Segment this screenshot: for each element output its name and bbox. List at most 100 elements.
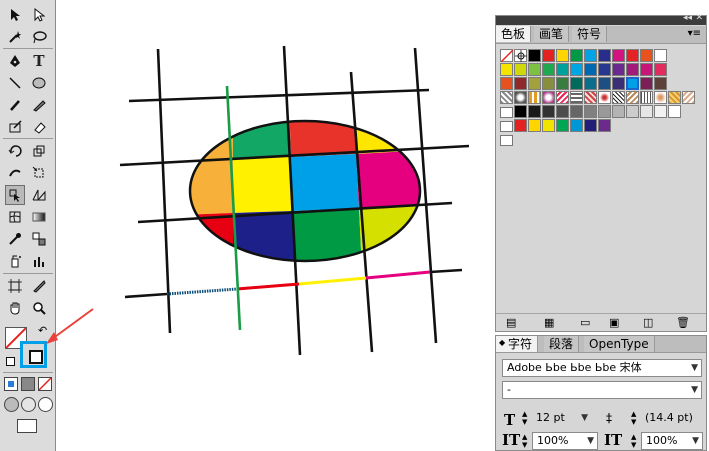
color-swatch[interactable] bbox=[500, 63, 513, 76]
new-swatch-icon[interactable]: ◫ bbox=[643, 316, 653, 329]
color-swatch[interactable] bbox=[570, 119, 583, 132]
swatch-folder-icon[interactable] bbox=[500, 107, 513, 118]
swatch-folder-icon[interactable] bbox=[500, 121, 513, 132]
screen-mode-icon[interactable] bbox=[17, 419, 37, 433]
swatch-pattern[interactable] bbox=[542, 91, 555, 104]
leading-input[interactable]: (14.4 pt) bbox=[641, 410, 703, 428]
color-swatch[interactable] bbox=[542, 49, 555, 62]
swatch-pattern[interactable] bbox=[668, 91, 681, 104]
draw-behind-icon[interactable] bbox=[21, 397, 36, 412]
gradient-mode-icon[interactable] bbox=[21, 377, 35, 391]
horizontal-scale-input[interactable]: 100% ▼ bbox=[641, 432, 703, 450]
color-swatch[interactable] bbox=[514, 119, 527, 132]
color-swatch[interactable] bbox=[514, 63, 527, 76]
color-swatch[interactable] bbox=[570, 77, 583, 90]
grid-line-v1[interactable] bbox=[156, 48, 172, 334]
color-swatch[interactable] bbox=[654, 105, 667, 118]
color-swatch[interactable] bbox=[584, 105, 597, 118]
font-size-input[interactable]: 12 pt ▼ bbox=[532, 410, 594, 428]
swatch-none[interactable] bbox=[500, 49, 514, 63]
font-style-select[interactable]: - ▼ bbox=[502, 381, 702, 399]
color-swatch[interactable] bbox=[528, 49, 541, 62]
color-swatch[interactable] bbox=[514, 105, 527, 118]
swatch-pattern[interactable] bbox=[500, 91, 513, 104]
color-swatch[interactable] bbox=[542, 119, 555, 132]
segment-dotted-blue[interactable] bbox=[166, 287, 238, 296]
swatch-pattern[interactable] bbox=[654, 91, 667, 104]
color-swatch[interactable] bbox=[556, 119, 569, 132]
swatch-registration[interactable] bbox=[514, 49, 527, 62]
color-swatch[interactable] bbox=[556, 105, 569, 118]
segment-red[interactable] bbox=[236, 282, 300, 291]
color-swatch[interactable] bbox=[598, 77, 611, 90]
region-blue[interactable] bbox=[291, 154, 359, 211]
color-swatch[interactable] bbox=[528, 63, 541, 76]
color-swatch[interactable] bbox=[556, 77, 569, 90]
color-swatch[interactable] bbox=[528, 119, 541, 132]
color-swatch[interactable] bbox=[584, 49, 597, 62]
color-swatch[interactable] bbox=[528, 77, 541, 90]
region-lime[interactable] bbox=[359, 205, 430, 270]
swatch-pattern[interactable] bbox=[682, 91, 695, 104]
grid-line-h4-left[interactable] bbox=[124, 292, 168, 299]
tab-paragraph[interactable]: 段落 bbox=[544, 336, 580, 352]
color-swatch[interactable] bbox=[584, 119, 597, 132]
color-swatch[interactable] bbox=[556, 49, 569, 62]
swatch-folder-icon[interactable] bbox=[500, 135, 513, 146]
artboard-canvas[interactable] bbox=[57, 0, 495, 451]
swatch-library-menu-icon[interactable]: ▤ bbox=[506, 316, 516, 329]
color-swatch[interactable] bbox=[556, 63, 569, 76]
color-swatch[interactable] bbox=[570, 49, 583, 62]
tab-swatches[interactable]: 色板 bbox=[496, 26, 532, 42]
collapse-icon[interactable]: ◂◂ bbox=[683, 13, 692, 23]
region-orange-left[interactable] bbox=[180, 159, 233, 215]
color-swatch[interactable] bbox=[612, 49, 625, 62]
color-swatch[interactable] bbox=[598, 105, 611, 118]
swatch-pattern[interactable] bbox=[612, 91, 625, 104]
color-mode-icon[interactable] bbox=[4, 377, 18, 391]
new-color-group-icon[interactable]: ▣ bbox=[609, 316, 619, 329]
leading-stepper-icon[interactable]: ▲ ▼ bbox=[631, 410, 636, 426]
swatch-pattern[interactable] bbox=[514, 91, 527, 104]
delete-swatch-icon[interactable]: 🗑 bbox=[676, 316, 690, 329]
color-swatch[interactable] bbox=[654, 49, 667, 62]
grid-line-h1[interactable] bbox=[128, 88, 430, 103]
grid-line-h4-right[interactable] bbox=[429, 268, 463, 274]
color-swatch[interactable] bbox=[598, 63, 611, 76]
color-swatch[interactable] bbox=[612, 77, 625, 90]
color-swatch[interactable] bbox=[640, 77, 653, 90]
region-orange[interactable] bbox=[180, 100, 233, 159]
swatch-options-icon[interactable]: ▭ bbox=[580, 316, 590, 329]
color-swatch[interactable] bbox=[528, 105, 541, 118]
region-red[interactable] bbox=[289, 100, 356, 157]
tab-opentype[interactable]: OpenType bbox=[584, 336, 655, 352]
color-swatch[interactable] bbox=[640, 49, 653, 62]
tab-brushes[interactable]: 画笔 bbox=[534, 26, 570, 42]
region-green-top[interactable] bbox=[233, 100, 291, 159]
draw-normal-icon[interactable] bbox=[4, 397, 19, 412]
swatch-pattern[interactable] bbox=[626, 91, 639, 104]
color-swatch[interactable] bbox=[626, 77, 639, 90]
color-swatch[interactable] bbox=[640, 105, 653, 118]
font-family-select[interactable]: Adobe Ьbe Ьbe Ьbe 宋体 ▼ bbox=[502, 359, 702, 377]
color-swatch[interactable] bbox=[654, 63, 667, 76]
panel-menu-icon[interactable]: ▾≡ bbox=[688, 28, 701, 39]
panel-expand-icon[interactable]: ◆ bbox=[499, 338, 505, 347]
color-swatch[interactable] bbox=[584, 63, 597, 76]
color-swatch[interactable] bbox=[640, 63, 653, 76]
swatch-pattern[interactable] bbox=[528, 91, 541, 104]
color-swatch[interactable] bbox=[542, 63, 555, 76]
color-swatch[interactable] bbox=[570, 63, 583, 76]
region-yellow[interactable] bbox=[233, 157, 293, 213]
color-swatch[interactable] bbox=[612, 63, 625, 76]
color-swatch[interactable] bbox=[598, 49, 611, 62]
color-swatch[interactable] bbox=[542, 105, 555, 118]
color-swatch[interactable] bbox=[570, 105, 583, 118]
color-swatch[interactable] bbox=[598, 119, 611, 132]
color-swatch[interactable] bbox=[654, 77, 667, 90]
panel-title-bar[interactable]: ◂◂ ✕ bbox=[496, 13, 706, 25]
swatch-pattern[interactable] bbox=[570, 91, 583, 104]
swatch-pattern[interactable] bbox=[640, 91, 653, 104]
draw-inside-icon[interactable] bbox=[38, 397, 53, 412]
vertical-scale-input[interactable]: 100% ▼ bbox=[532, 432, 598, 450]
